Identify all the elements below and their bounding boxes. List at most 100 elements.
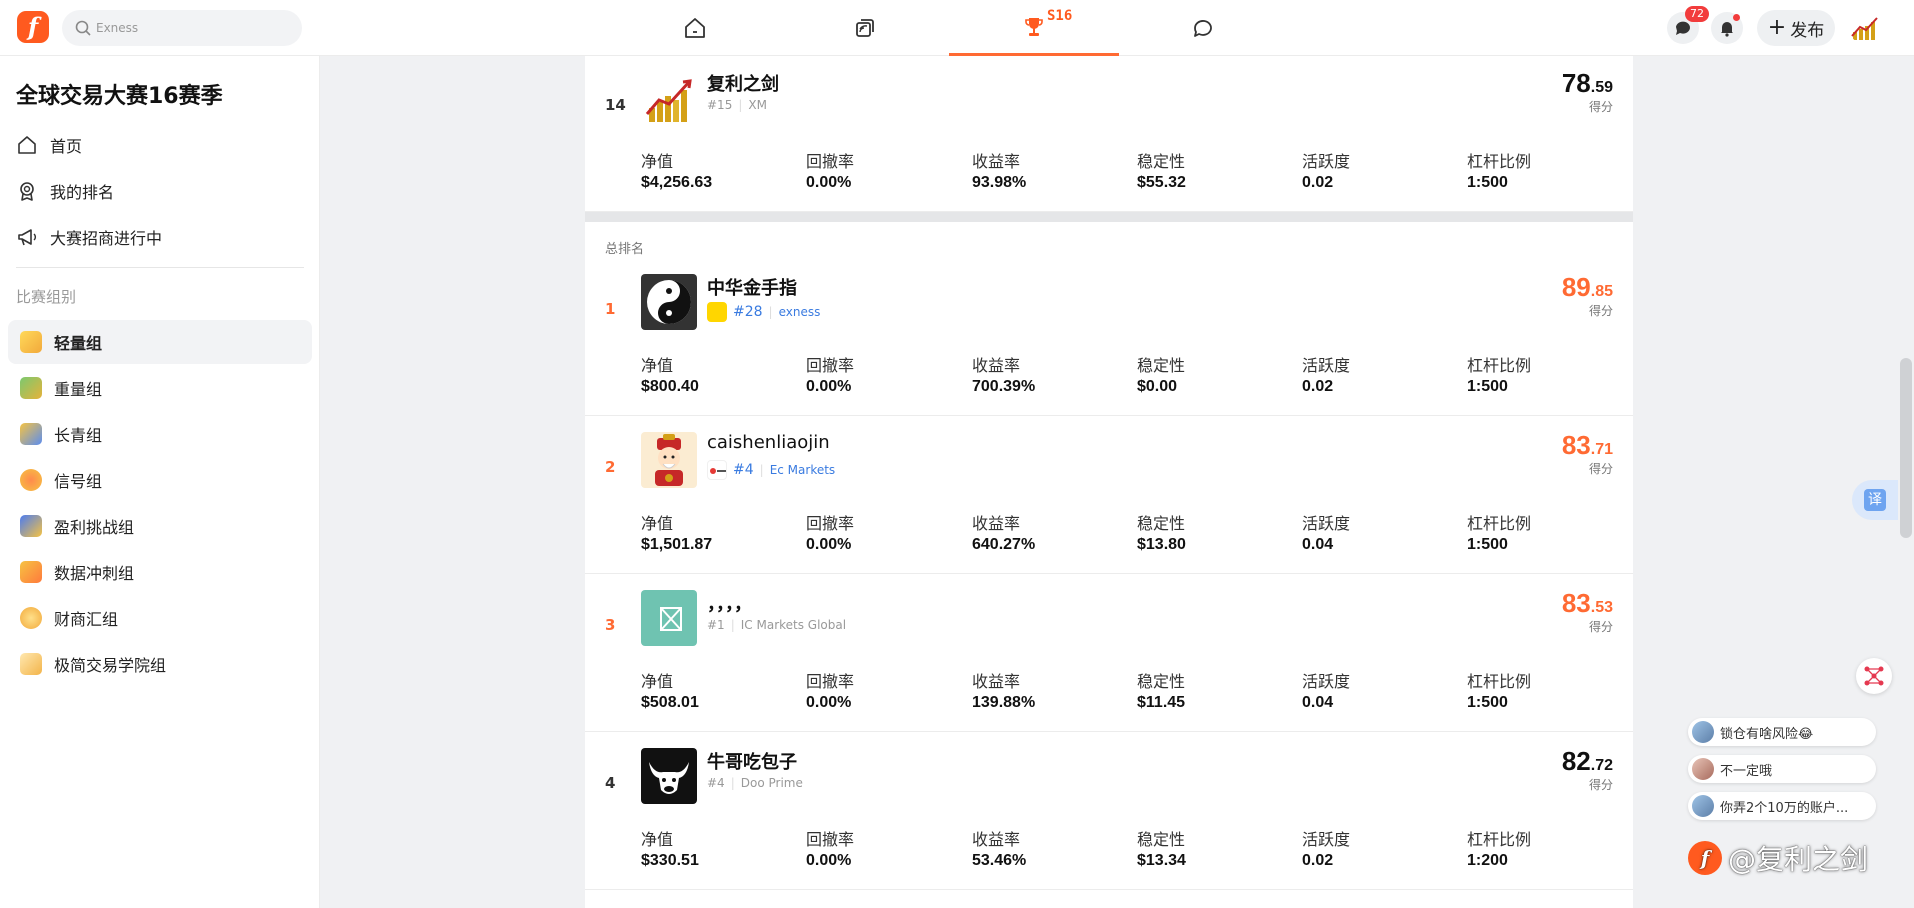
stat-drawdown: 回撤率 0.00% (806, 148, 966, 192)
score-decimal: .71 (1590, 441, 1613, 458)
commenter-avatar (1692, 795, 1714, 817)
my-ranking-card[interactable]: 14 复利之剑 #15 | XM 78.59 得分 净值 $4,256.63 回撤… (585, 54, 1633, 212)
ranking-row[interactable]: 2 caishenliaojin #4 | Ec Markets 83.71 得… (585, 416, 1633, 574)
group-heavy[interactable]: 重量组 (8, 366, 312, 410)
stat-value: $1,501.87 (641, 536, 713, 553)
trader-avatar[interactable] (641, 432, 697, 488)
ranking-row[interactable]: 4 牛哥吃包子 #4 | Doo Prime 82.72 得分 净值 $330.5… (585, 732, 1633, 890)
group-signal[interactable]: 信号组 (8, 458, 312, 502)
stat-value: 0.04 (1302, 694, 1334, 711)
stat-label: 杠杆比例 (1467, 356, 1532, 375)
chat-icon (1194, 20, 1212, 37)
stat-label: 回撤率 (806, 830, 855, 849)
comment-bubble[interactable]: 锁仓有啥风险😂 (1688, 718, 1876, 746)
broker-name[interactable]: IC Markets Global (741, 618, 846, 632)
rank-number: 14 (605, 96, 626, 114)
stat-value: 1:200 (1467, 852, 1508, 869)
notifications-button[interactable] (1711, 12, 1743, 44)
group-academy[interactable]: 极简交易学院组 (8, 642, 312, 686)
score-integer: 83 (1561, 588, 1591, 618)
publish-label: 发布 (1790, 20, 1825, 41)
nav-home[interactable] (610, 0, 780, 56)
comment-text: 不一定哦 (1720, 763, 1773, 779)
publish-button[interactable]: + 发布 (1757, 10, 1835, 46)
group-light[interactable]: 轻量组 (8, 320, 312, 364)
score-decimal: .85 (1590, 283, 1613, 300)
stat-stability: 稳定性 $11.45 (1137, 668, 1297, 712)
separator: | (738, 98, 743, 112)
ranking-row[interactable]: 3 ，，，， #1 | IC Markets Global 83.53 得分 净… (585, 574, 1633, 732)
sidebar-link-home[interactable]: 首页 (16, 130, 82, 160)
stat-value: $330.51 (641, 852, 699, 869)
broker-name[interactable]: exness (779, 305, 821, 319)
plus-icon: + (1767, 15, 1787, 40)
stat-value: $800.40 (641, 378, 699, 395)
stat-value: $13.34 (1137, 852, 1186, 869)
broker-name[interactable]: Doo Prime (741, 776, 803, 790)
stat-value: 139.88% (972, 694, 1036, 711)
trader-avatar[interactable] (641, 748, 697, 804)
search-input[interactable] (96, 10, 292, 46)
trader-name[interactable]: 中华金手指 (707, 274, 797, 300)
stat-value: 1:500 (1467, 378, 1508, 395)
broker-name[interactable]: XM (748, 98, 767, 112)
sidebar-link-label: 我的排名 (50, 183, 115, 202)
stat-label: 收益率 (972, 514, 1021, 533)
comment-bubble[interactable]: 你弄2个10万的账户... (1688, 792, 1876, 820)
stat-label: 收益率 (972, 356, 1021, 375)
stat-label: 回撤率 (806, 514, 855, 533)
signal-icon (20, 469, 42, 491)
total-ranking-label: 总排名 (605, 242, 645, 257)
broker-logo-icon (707, 460, 727, 480)
trader-name[interactable]: 复利之剑 (707, 70, 779, 96)
nav-contest[interactable]: S16 (949, 0, 1119, 56)
stat-activity: 活跃度 0.04 (1302, 510, 1462, 554)
broker-rank: #15 (707, 98, 733, 112)
scrollbar-thumb[interactable] (1900, 358, 1912, 538)
stat-value: 0.02 (1302, 174, 1334, 191)
stat-value: 700.39% (972, 378, 1036, 395)
trader-avatar[interactable] (641, 70, 697, 126)
group-wealth[interactable]: 财商汇组 (8, 596, 312, 640)
group-evergreen[interactable]: 长青组 (8, 412, 312, 456)
stat-value: 0.02 (1302, 378, 1334, 395)
nav-chat[interactable] (1118, 0, 1288, 56)
stat-label: 活跃度 (1302, 830, 1351, 849)
trader-avatar[interactable] (641, 590, 697, 646)
sidebar-link-recruit[interactable]: 大赛招商进行中 (16, 222, 162, 252)
stat-return: 收益率 53.46% (972, 826, 1132, 870)
nav-feed[interactable] (780, 0, 950, 56)
group-data-sprint[interactable]: 数据冲刺组 (8, 550, 312, 594)
translate-button[interactable]: 译 (1852, 480, 1898, 520)
stat-value: $13.80 (1137, 536, 1186, 553)
stat-leverage: 杠杆比例 1:500 (1467, 352, 1627, 396)
stat-value: 0.00% (806, 536, 852, 553)
group-profit-challenge[interactable]: 盈利挑战组 (8, 504, 312, 548)
stat-label: 收益率 (972, 672, 1021, 691)
group-label: 盈利挑战组 (54, 518, 135, 537)
comment-bubble[interactable]: 不一定哦 (1688, 755, 1876, 783)
trader-name[interactable]: caishenliaojin (707, 432, 830, 453)
sidebar-link-label: 大赛招商进行中 (50, 229, 163, 248)
trader-name[interactable]: 牛哥吃包子 (707, 748, 797, 774)
app-logo[interactable]: f (17, 11, 49, 43)
trader-name[interactable]: ，，，， (707, 590, 752, 616)
comment-text: 锁仓有啥风险😂 (1720, 726, 1814, 742)
separator: | (759, 463, 764, 477)
stat-label: 活跃度 (1302, 152, 1351, 171)
stat-return: 收益率 93.98% (972, 148, 1132, 192)
ranking-row[interactable]: 1 中华金手指 #28 | exness 89.85 得分 净值 $800.40 … (585, 258, 1633, 416)
sidebar-link-my-rank[interactable]: 我的排名 (16, 176, 114, 206)
network-button[interactable] (1856, 658, 1892, 694)
stat-stability: 稳定性 $55.32 (1137, 148, 1297, 192)
group-label: 重量组 (54, 380, 103, 399)
messages-button[interactable]: 72 (1667, 6, 1709, 44)
trader-avatar[interactable] (641, 274, 697, 330)
broker-name[interactable]: Ec Markets (770, 463, 836, 477)
search-box[interactable] (62, 10, 302, 46)
gold-chart-icon (641, 70, 697, 126)
stat-label: 稳定性 (1137, 672, 1186, 691)
stat-label: 回撤率 (806, 152, 855, 171)
user-avatar[interactable] (1849, 12, 1881, 44)
stat-equity: 净值 $800.40 (641, 352, 801, 396)
